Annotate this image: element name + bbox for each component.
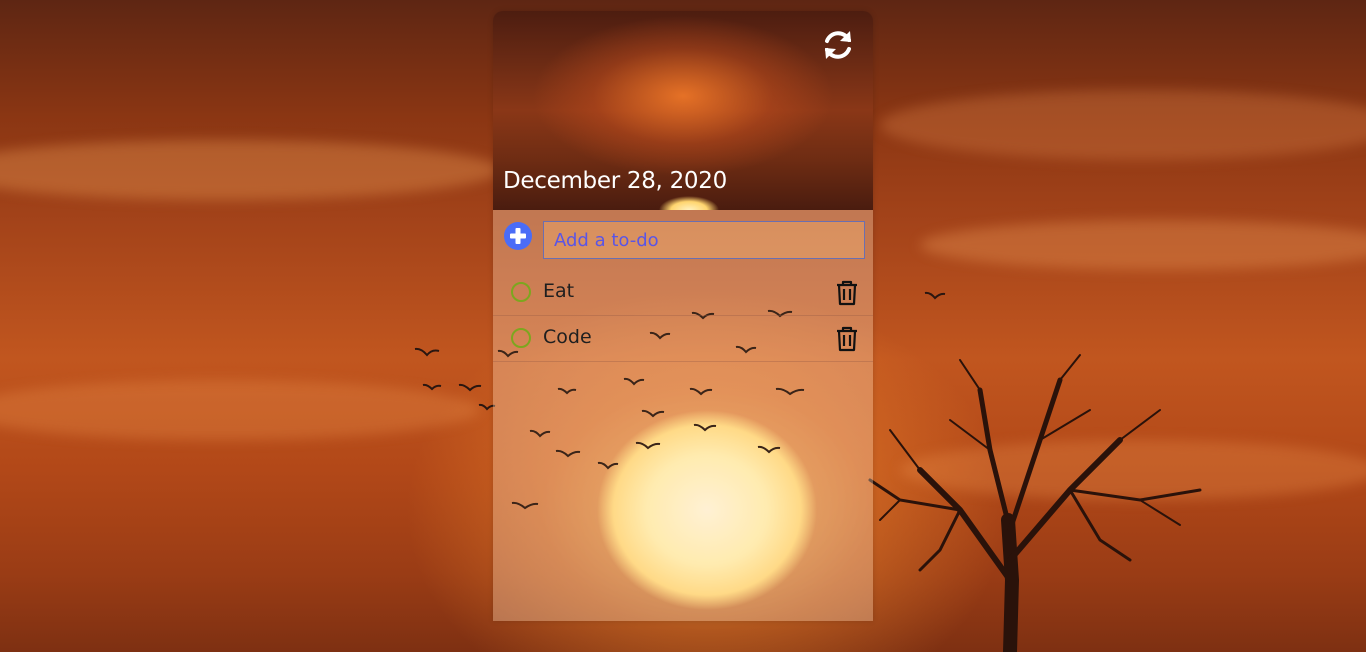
add-todo-row	[493, 210, 873, 270]
todo-item: Code	[493, 316, 873, 362]
todo-text: Eat	[543, 280, 575, 302]
bird-icon	[422, 383, 442, 391]
todo-text: Code	[543, 326, 592, 348]
bird-icon	[414, 347, 440, 357]
trash-icon[interactable]	[835, 326, 859, 352]
bird-icon	[458, 383, 482, 392]
add-todo-input[interactable]	[543, 221, 865, 259]
bird-icon	[597, 461, 619, 470]
tree-silhouette	[868, 354, 1202, 652]
bird-icon	[757, 445, 781, 454]
cloud	[920, 220, 1366, 270]
checkbox-circle-icon[interactable]	[511, 282, 531, 302]
todo-item: Eat	[493, 270, 873, 316]
todo-list: Eat Code	[493, 270, 873, 362]
bird-icon	[775, 387, 805, 396]
bird-icon	[635, 441, 661, 450]
bird-icon	[555, 449, 581, 458]
bird-icon	[924, 291, 946, 300]
trash-icon[interactable]	[835, 280, 859, 306]
todo-card: December 28, 2020 E	[493, 11, 873, 621]
bird-icon	[693, 423, 717, 432]
card-body: Eat Code	[493, 210, 873, 621]
bird-icon	[557, 387, 577, 395]
bird-icon	[689, 387, 713, 396]
cloud	[0, 380, 480, 440]
cloud	[0, 140, 500, 200]
bird-icon	[511, 501, 539, 510]
checkbox-circle-icon[interactable]	[511, 328, 531, 348]
plus-circle-icon[interactable]	[503, 221, 533, 251]
bird-icon	[623, 377, 645, 386]
date-heading: December 28, 2020	[503, 168, 727, 194]
cloud	[880, 90, 1366, 160]
refresh-icon[interactable]	[820, 27, 856, 63]
card-header: December 28, 2020	[493, 11, 873, 210]
bird-icon	[641, 409, 665, 418]
bird-icon	[529, 429, 551, 438]
